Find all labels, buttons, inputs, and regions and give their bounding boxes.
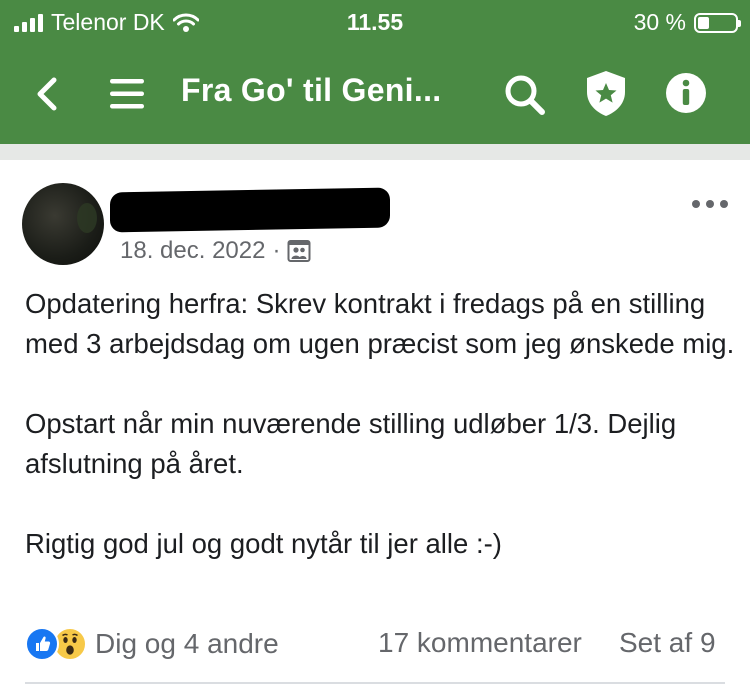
search-icon[interactable]: [502, 72, 548, 118]
section-divider: [0, 144, 750, 160]
meta-separator: ·: [272, 237, 281, 264]
post-text: Opdatering herfra: Skrev kontrakt i fred…: [25, 284, 735, 564]
footer-divider: [25, 682, 725, 684]
status-right: 30 %: [633, 9, 741, 36]
status-bar: Telenor DK 11.55 30 %: [0, 0, 750, 44]
like-reaction-icon: [25, 627, 59, 661]
redacted-author-name[interactable]: [110, 187, 390, 233]
comments-count[interactable]: 17 kommentarer: [378, 627, 582, 659]
more-options-icon[interactable]: [692, 196, 728, 212]
shield-star-icon[interactable]: [583, 68, 629, 118]
post-paragraph: Opstart når min nuværende stilling udløb…: [25, 408, 677, 479]
post-date[interactable]: 18. dec. 2022: [120, 237, 265, 265]
battery-percent: 30 %: [633, 9, 686, 35]
reactions-text[interactable]: Dig og 4 andre: [95, 628, 279, 660]
back-icon[interactable]: [30, 74, 66, 114]
post-paragraph: Rigtig god jul og godt nytår til jer all…: [25, 528, 502, 559]
post-paragraph: Opdatering herfra: Skrev kontrakt i fred…: [25, 288, 735, 359]
reactions-summary[interactable]: Dig og 4 andre: [25, 627, 279, 661]
group-audience-icon: [287, 240, 311, 262]
nav-bar: Fra Go' til Geni...: [0, 44, 750, 144]
battery-icon: [694, 12, 741, 33]
avatar[interactable]: [22, 183, 104, 265]
group-title[interactable]: Fra Go' til Geni...: [181, 72, 441, 109]
post-meta: 18. dec. 2022 ·: [120, 237, 311, 265]
info-icon[interactable]: [663, 70, 709, 116]
menu-icon[interactable]: [108, 76, 148, 112]
seen-by-count[interactable]: Set af 9: [619, 627, 716, 659]
